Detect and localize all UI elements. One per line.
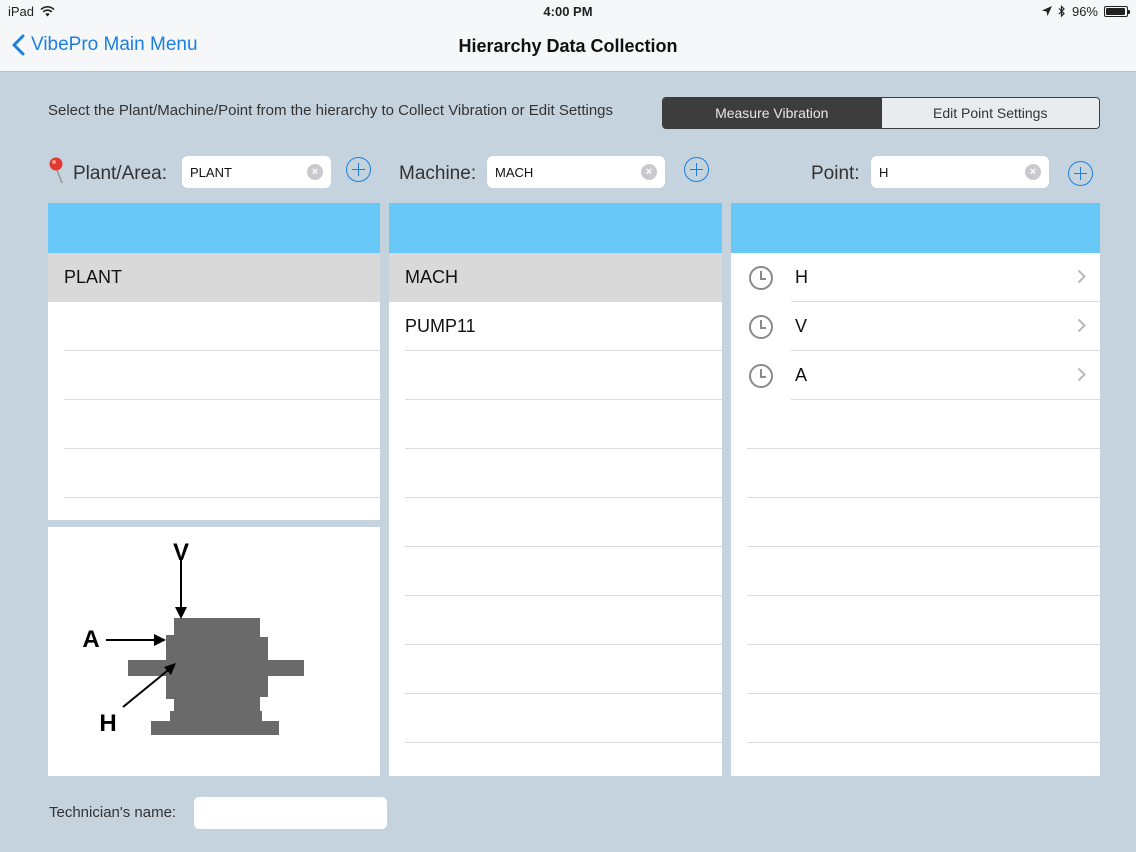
list-item[interactable]: PUMP11 bbox=[389, 302, 722, 351]
point-row-v[interactable]: V bbox=[731, 302, 1100, 351]
list-item-label: PLANT bbox=[64, 267, 123, 287]
page-title: Hierarchy Data Collection bbox=[458, 36, 678, 56]
machine-list-header bbox=[389, 203, 722, 253]
point-row-a[interactable]: A bbox=[731, 351, 1100, 400]
clock-icon bbox=[749, 363, 773, 388]
motor-illustration: V A H bbox=[82, 539, 304, 737]
technician-name-label: Technician's name: bbox=[49, 804, 177, 821]
status-right: 96% bbox=[1041, 4, 1130, 19]
diagram-label-a: A bbox=[82, 626, 99, 653]
clock-icon bbox=[749, 314, 773, 339]
list-item-label: A bbox=[795, 365, 808, 385]
empty-row bbox=[48, 351, 380, 400]
point-list: H V A bbox=[731, 203, 1100, 776]
clock-icon bbox=[749, 265, 773, 290]
status-time: 4:00 PM bbox=[543, 4, 593, 19]
empty-row bbox=[48, 449, 380, 498]
point-search-input[interactable]: H × bbox=[871, 156, 1049, 188]
empty-row bbox=[731, 694, 1100, 743]
status-bar: iPad 4:00 PM 96% bbox=[0, 0, 1136, 24]
plant-list: PLANT bbox=[48, 203, 380, 520]
empty-row bbox=[48, 302, 380, 351]
add-machine-button[interactable] bbox=[684, 157, 709, 182]
motor-diagram: V A H bbox=[48, 527, 380, 776]
chevron-right-icon bbox=[1077, 367, 1086, 382]
location-pin-icon bbox=[49, 157, 63, 184]
point-list-header bbox=[731, 203, 1100, 253]
point-row-h[interactable]: H bbox=[731, 253, 1100, 302]
empty-row bbox=[731, 498, 1100, 547]
machine-label: Machine: bbox=[399, 163, 477, 184]
list-item[interactable]: PLANT bbox=[48, 253, 380, 302]
plant-search-input[interactable]: PLANT × bbox=[182, 156, 331, 188]
empty-row bbox=[389, 351, 722, 400]
empty-row bbox=[731, 449, 1100, 498]
point-label: Point: bbox=[811, 163, 860, 184]
navigation-bar: iPad 4:00 PM 96% VibePro Main Menu Hiera… bbox=[0, 0, 1136, 72]
empty-row bbox=[389, 547, 722, 596]
list-item-label: MACH bbox=[405, 267, 458, 287]
clear-icon[interactable]: × bbox=[307, 164, 323, 180]
empty-row bbox=[389, 400, 722, 449]
list-item[interactable]: MACH bbox=[389, 253, 722, 302]
empty-row bbox=[48, 400, 380, 449]
chevron-right-icon bbox=[1077, 269, 1086, 284]
instruction-text: Select the Plant/Machine/Point from the … bbox=[48, 102, 614, 119]
empty-row bbox=[389, 449, 722, 498]
chevron-right-icon bbox=[1077, 318, 1086, 333]
machine-search-input[interactable]: MACH × bbox=[487, 156, 665, 188]
location-arrow-icon bbox=[1041, 6, 1052, 16]
bluetooth-icon bbox=[1058, 5, 1065, 18]
empty-row bbox=[731, 596, 1100, 645]
empty-row bbox=[731, 645, 1100, 694]
plant-search-value: PLANT bbox=[190, 164, 232, 180]
machine-search-value: MACH bbox=[495, 164, 534, 180]
list-item-label: H bbox=[795, 267, 808, 287]
empty-row bbox=[389, 596, 722, 645]
add-point-button[interactable] bbox=[1068, 161, 1093, 186]
battery-percent: 96% bbox=[1071, 4, 1098, 19]
machine-list: MACH PUMP11 bbox=[389, 203, 722, 776]
plant-list-header bbox=[48, 203, 380, 253]
add-plant-button[interactable] bbox=[346, 157, 371, 182]
list-item-label: PUMP11 bbox=[405, 316, 476, 336]
edit-point-settings-segment[interactable]: Edit Point Settings bbox=[880, 98, 1099, 128]
diagram-label-h: H bbox=[99, 710, 116, 737]
battery-icon bbox=[1104, 6, 1130, 17]
mode-segmented-control: Measure Vibration Edit Point Settings bbox=[662, 97, 1100, 129]
point-search-value: H bbox=[879, 164, 889, 180]
empty-row bbox=[389, 498, 722, 547]
measure-vibration-segment[interactable]: Measure Vibration bbox=[663, 98, 881, 128]
plant-area-label: Plant/Area: bbox=[73, 163, 167, 184]
list-item-label: V bbox=[795, 316, 808, 336]
empty-row bbox=[731, 547, 1100, 596]
clear-icon[interactable]: × bbox=[641, 164, 657, 180]
technician-name-input[interactable] bbox=[194, 797, 387, 829]
empty-row bbox=[389, 694, 722, 743]
diagram-label-v: V bbox=[173, 539, 189, 566]
empty-row bbox=[389, 743, 722, 776]
empty-row bbox=[731, 400, 1100, 449]
empty-row bbox=[389, 645, 722, 694]
clear-icon[interactable]: × bbox=[1025, 164, 1041, 180]
